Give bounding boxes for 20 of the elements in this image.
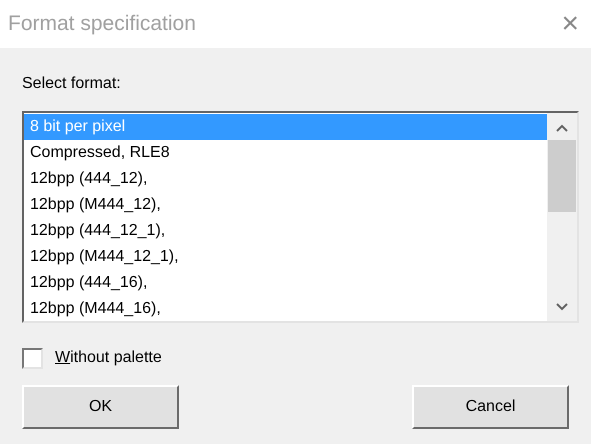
dialog-button[interactable]: Cancel [412, 385, 569, 429]
format-item[interactable]: 12bpp (M444_12), [24, 192, 547, 218]
prompt-label: Select format: [22, 74, 122, 94]
format-item[interactable]: 12bpp (444_16), [24, 270, 547, 296]
window-title: Format specification [8, 11, 196, 38]
format-item[interactable]: 12bpp (444_12), [24, 166, 547, 192]
scroll-down-icon[interactable] [556, 303, 568, 311]
format-item[interactable]: 12bpp (444_12_1), [24, 218, 547, 244]
format-item[interactable]: 12bpp (M444_16), [24, 296, 547, 322]
without-palette-checkbox-row[interactable]: Without palette [22, 345, 569, 371]
dialog-button[interactable]: OK [22, 385, 179, 429]
checkbox[interactable] [22, 348, 43, 368]
scroll-up-icon[interactable] [556, 124, 568, 132]
format-item[interactable]: Compressed, RLE8 [24, 140, 547, 166]
format-listbox[interactable]: 8 bit per pixel Compressed, RLE8 12bpp (444_12), 12bpp (M444_12), 12bpp (444_12_1), 12bpp (M444_12_1), 12bpp (444_16), 12bpp (M444_16), [22, 111, 579, 323]
checkbox-label: Without palette [55, 348, 162, 368]
scrollbar[interactable] [547, 113, 577, 321]
format-item[interactable]: 12bpp (M444_12_1), [24, 244, 547, 270]
scrollbar-thumb[interactable] [548, 140, 576, 212]
close-button[interactable]: × [557, 9, 583, 39]
